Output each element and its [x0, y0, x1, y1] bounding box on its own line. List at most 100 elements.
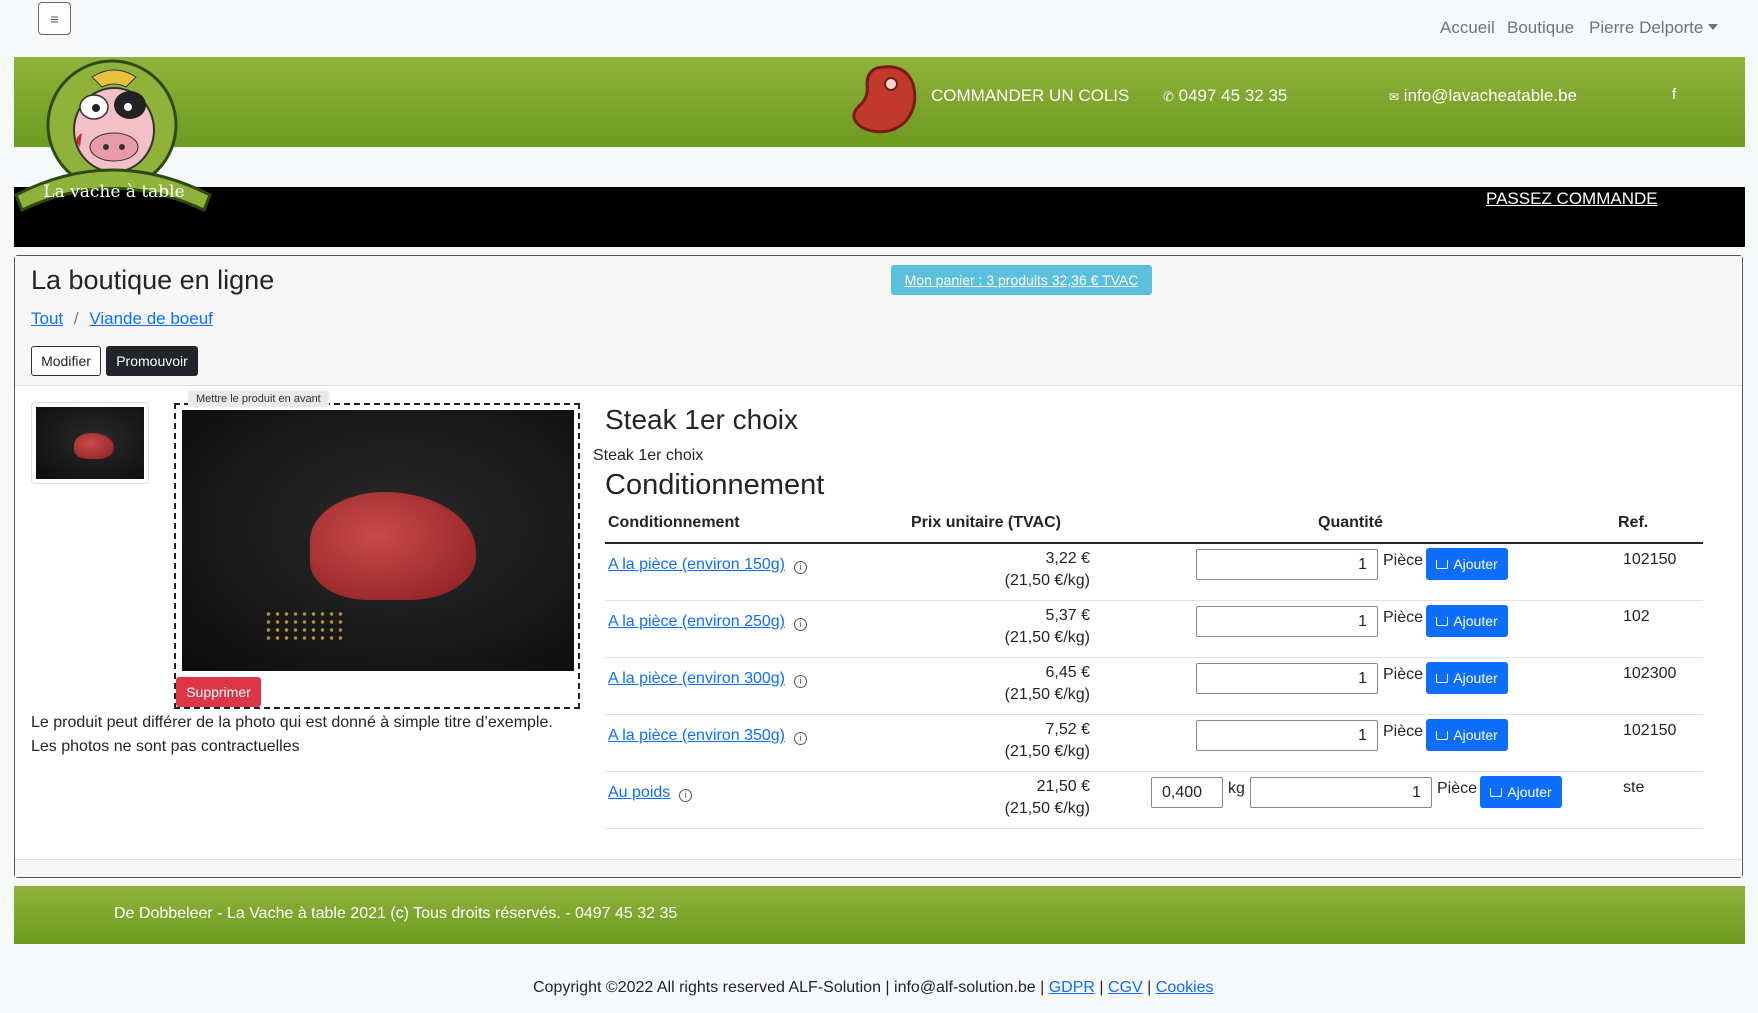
nav-accueil[interactable]: Accueil [1440, 18, 1495, 38]
price-cell: 7,52 € (21,50 €/kg) [885, 719, 1090, 763]
add-to-cart-button[interactable]: Ajouter [1480, 776, 1562, 808]
passez-commande-link[interactable]: PASSEZ COMMANDE [1486, 189, 1658, 209]
thumbnail[interactable] [31, 402, 149, 484]
price-cell: 21,50 € (21,50 €/kg) [885, 776, 1090, 820]
info-icon[interactable]: i [679, 789, 693, 802]
mail-icon: ✉ [1389, 90, 1400, 104]
cart-icon [1436, 730, 1449, 740]
user-dropdown[interactable]: Pierre Delporte [1589, 18, 1719, 38]
feature-product-button[interactable]: Mettre le produit en avant [188, 391, 329, 407]
col-conditionnement: Conditionnement [608, 514, 740, 531]
price-per-kg: (21,50 €/kg) [1004, 572, 1090, 589]
link-separator: | [1099, 979, 1104, 996]
packaging-label: A la pièce (environ 250g) [608, 613, 785, 630]
ref-value: 102150 [1623, 722, 1677, 739]
ref-value: 102 [1623, 608, 1650, 625]
copyright-text: Copyright ©2022 All rights reserved ALF-… [533, 979, 1045, 996]
thumbnail-image [36, 407, 144, 479]
steak-icon [852, 65, 917, 134]
packaging-label: A la pièce (environ 300g) [608, 670, 785, 687]
nav-boutique[interactable]: Boutique [1507, 18, 1574, 38]
packaging-label: Au poids [608, 784, 671, 801]
info-icon[interactable]: i [794, 732, 807, 745]
packaging-link[interactable]: A la pièce (environ 250g) i [608, 613, 807, 631]
breadcrumb: Tout / Viande de boeuf [31, 309, 213, 329]
cart-icon [1436, 559, 1449, 569]
table-row: A la pièce (environ 350g) i 7,52 € (21,50 … [605, 715, 1703, 772]
quantity-input[interactable]: 1 [1250, 777, 1432, 808]
delete-image-button[interactable]: Supprimer [176, 677, 261, 707]
logo-text: La vache à table [43, 182, 184, 202]
footer-text: De Dobbeleer - La Vache à table 2021 (c)… [114, 905, 678, 922]
email-address: info@lavacheatable.be [1403, 86, 1578, 105]
breadcrumb-separator: / [73, 309, 79, 328]
add-to-cart-button[interactable]: Ajouter [1426, 719, 1508, 751]
weight-input[interactable]: 0,400 [1151, 777, 1223, 808]
email-contact[interactable]: ✉ info@lavacheatable.be [1389, 86, 1577, 106]
logo[interactable]: La vache à table [14, 55, 214, 215]
price-cell: 5,37 € (21,50 €/kg) [885, 605, 1090, 649]
disclaimer-line-1: Le produit peut différer de la photo qui… [31, 714, 553, 731]
page-title: La boutique en ligne [31, 265, 275, 295]
unit-label: Pièce [1437, 780, 1478, 797]
breadcrumb-tout[interactable]: Tout [31, 309, 63, 328]
price-per-kg: (21,50 €/kg) [1004, 629, 1090, 646]
breadcrumb-viande-de-boeuf[interactable]: Viande de boeuf [89, 309, 213, 328]
link-separator: | [1147, 979, 1152, 996]
add-label: Ajouter [1453, 727, 1498, 743]
packaging-label: A la pièce (environ 150g) [608, 556, 785, 573]
packaging-link[interactable]: A la pièce (environ 300g) i [608, 670, 807, 688]
peppercorns [264, 610, 344, 640]
add-to-cart-button[interactable]: Ajouter [1426, 662, 1508, 694]
add-label: Ajouter [1453, 613, 1498, 629]
unit-price: 5,37 € [1045, 607, 1090, 624]
add-label: Ajouter [1453, 556, 1498, 572]
add-to-cart-button[interactable]: Ajouter [1426, 605, 1508, 637]
packaging-link[interactable]: A la pièce (environ 350g) i [608, 727, 807, 745]
price-per-kg: (21,50 €/kg) [1004, 800, 1090, 817]
col-quantite: Quantité [1318, 514, 1383, 531]
packaging-link[interactable]: Au poids i [608, 784, 693, 802]
unit-label: Pièce [1383, 723, 1424, 740]
menu-toggle-button[interactable]: ≡ [38, 2, 71, 35]
add-label: Ajouter [1453, 670, 1498, 686]
menu-icon: ≡ [50, 10, 59, 27]
gdpr-link[interactable]: GDPR [1049, 979, 1095, 996]
info-icon[interactable]: i [794, 561, 807, 574]
ref-value: 102150 [1623, 551, 1677, 568]
phone-contact[interactable]: ✆ 0497 45 32 35 [1163, 86, 1287, 106]
user-name: Pierre Delporte [1589, 18, 1704, 37]
unit-price: 6,45 € [1045, 664, 1090, 681]
packaging-link[interactable]: A la pièce (environ 150g) i [608, 556, 807, 574]
quantity-input[interactable]: 1 [1196, 663, 1378, 694]
unit-price: 21,50 € [1036, 778, 1090, 795]
table-row: A la pièce (environ 300g) i 6,45 € (21,50 … [605, 658, 1703, 715]
cart-icon [1490, 787, 1503, 797]
promouvoir-button[interactable]: Promouvoir [106, 346, 198, 376]
quantity-input[interactable]: 1 [1196, 606, 1378, 637]
modifier-button[interactable]: Modifier [31, 346, 101, 376]
unit-label: Pièce [1383, 666, 1424, 683]
info-icon[interactable]: i [794, 675, 807, 688]
phone-icon: ✆ [1163, 89, 1174, 104]
weight-unit-label: kg [1228, 780, 1245, 797]
col-ref: Ref. [1618, 514, 1649, 531]
cgv-link[interactable]: CGV [1108, 979, 1143, 996]
cart-icon [1436, 616, 1449, 626]
unit-label: Pièce [1383, 609, 1424, 626]
order-colis-link[interactable]: COMMANDER UN COLIS [931, 86, 1129, 106]
info-icon[interactable]: i [794, 618, 807, 631]
facebook-icon[interactable]: f [1672, 86, 1676, 103]
meat-shape [74, 433, 114, 459]
product-title: Steak 1er choix [605, 404, 798, 435]
quantity-input[interactable]: 1 [1196, 549, 1378, 580]
quantity-input[interactable]: 1 [1196, 720, 1378, 751]
cookies-link[interactable]: Cookies [1156, 979, 1214, 996]
col-prix-unitaire: Prix unitaire (TVAC) [911, 514, 1061, 531]
copyright: Copyright ©2022 All rights reserved ALF-… [533, 979, 1214, 997]
unit-price: 3,22 € [1045, 550, 1090, 567]
conditionnement-heading: Conditionnement [605, 469, 825, 501]
price-cell: 3,22 € (21,50 €/kg) [885, 548, 1090, 592]
add-to-cart-button[interactable]: Ajouter [1426, 548, 1508, 580]
cart-button[interactable]: Mon panier : 3 produits 32,36 € TVAC [891, 265, 1152, 295]
